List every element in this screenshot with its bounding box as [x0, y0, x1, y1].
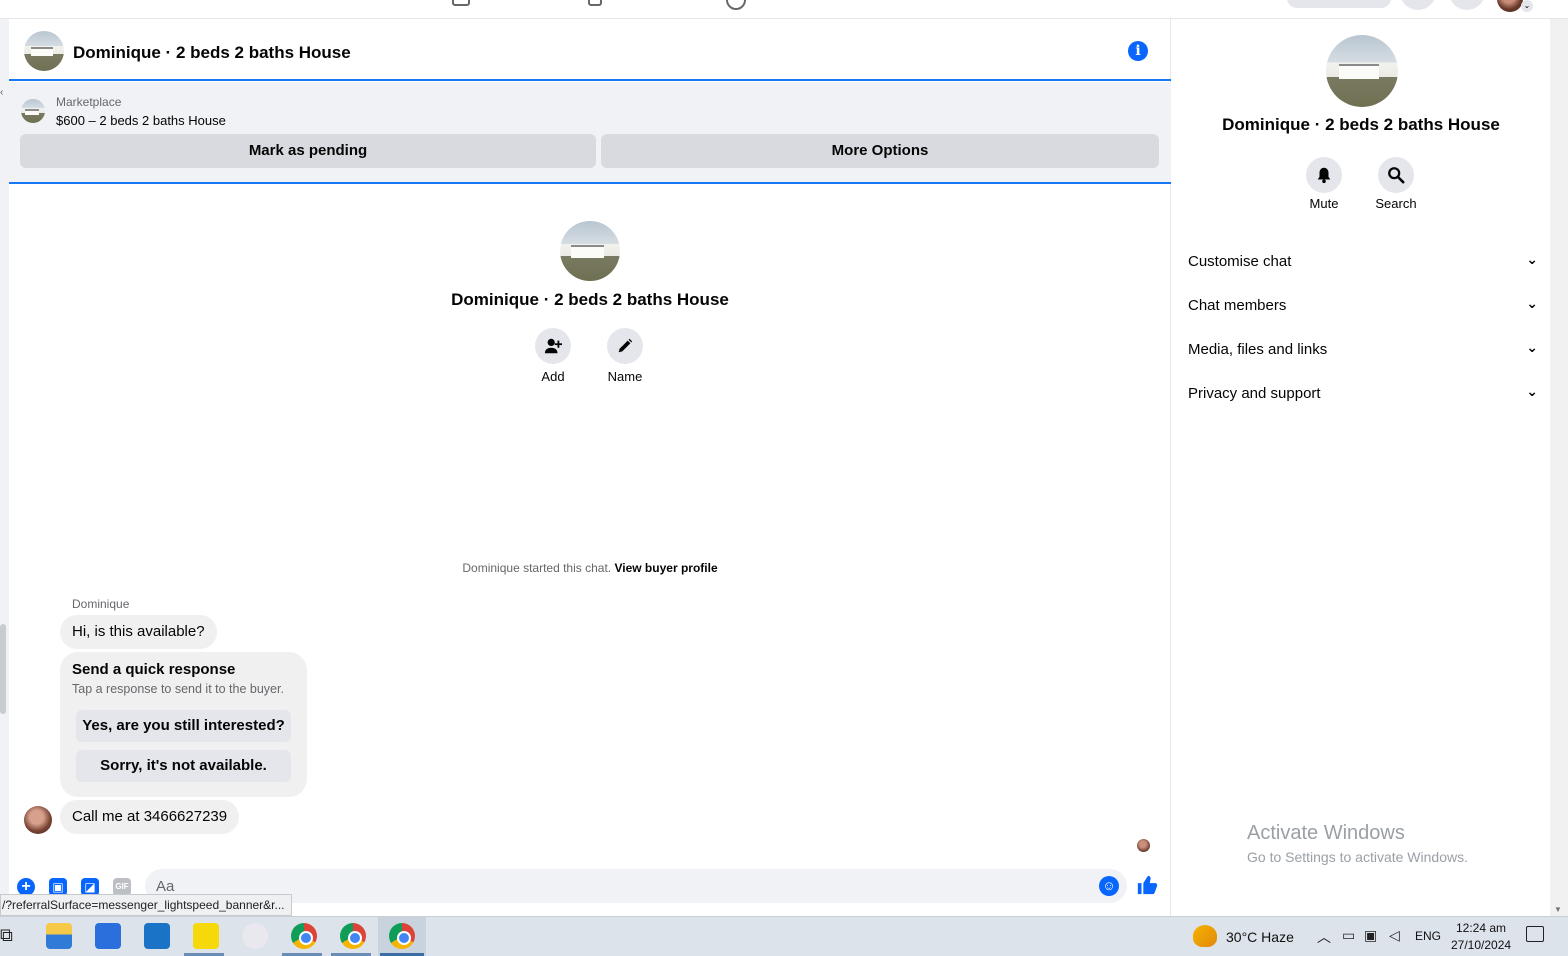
store-icon[interactable]: [95, 923, 121, 949]
scroll-thumb[interactable]: [0, 624, 6, 714]
intro-avatar: [560, 221, 620, 281]
messenger-icon[interactable]: [1449, 0, 1485, 10]
chrome-profile-icon[interactable]: [340, 923, 366, 949]
chevron-down-icon: ⌄: [1526, 295, 1538, 311]
sender-avatar[interactable]: [24, 806, 52, 834]
chevron-down-icon: ⌄: [1526, 339, 1538, 355]
sticky-notes-icon[interactable]: [193, 923, 219, 949]
windows-taskbar: ⧉ 30°C Haze ︿ ▭ ▣ ◁ ENG 12:24 am 27/10/2…: [0, 916, 1568, 956]
section-privacy-support[interactable]: Privacy and support ⌄: [1188, 373, 1538, 413]
chat-header: Dominique · 2 beds 2 baths House i: [9, 19, 1171, 81]
snipping-tool-icon[interactable]: [242, 923, 268, 949]
activate-windows-watermark: Activate Windows Go to Settings to activ…: [1247, 822, 1468, 865]
weather-icon[interactable]: [1193, 925, 1217, 947]
sender-name: Dominique: [72, 597, 130, 611]
chevron-down-icon: ⌄: [1526, 383, 1538, 399]
mute-label: Mute: [1309, 196, 1339, 211]
info-title: Dominique · 2 beds 2 baths House: [1222, 115, 1500, 134]
chrome-icon[interactable]: [389, 923, 415, 949]
top-nav-bar: ⌄: [0, 0, 1568, 19]
section-label: Chat members: [1188, 297, 1287, 314]
marketplace-banner: Marketplace $600 – 2 beds 2 baths House …: [9, 82, 1171, 184]
notifications-icon[interactable]: [1526, 926, 1544, 942]
chat-window: Dominique · 2 beds 2 baths House i Marke…: [9, 19, 1171, 916]
chevron-down-icon: ⌄: [1526, 251, 1538, 267]
watermark-subtitle: Go to Settings to activate Windows.: [1247, 849, 1468, 865]
section-customise-chat[interactable]: Customise chat ⌄: [1188, 241, 1538, 281]
emoji-icon[interactable]: ☺: [1099, 876, 1119, 896]
scroll-down-arrow-icon[interactable]: ▼: [1554, 905, 1562, 914]
quick-response-title: Send a quick response: [72, 661, 236, 678]
message-bubble[interactable]: Hi, is this available?: [60, 615, 217, 649]
weather-text[interactable]: 30°C Haze: [1226, 929, 1294, 945]
info-avatar[interactable]: [1326, 35, 1398, 107]
network-icon[interactable]: ▣: [1364, 927, 1377, 944]
chat-info-panel: Dominique · 2 beds 2 baths House Mute Se…: [1172, 19, 1550, 916]
pencil-icon[interactable]: [607, 328, 643, 364]
search-label: Search: [1375, 196, 1417, 211]
quick-response-card: Send a quick response Tap a response to …: [60, 652, 307, 797]
section-label: Media, files and links: [1188, 341, 1328, 358]
mark-as-pending-button[interactable]: Mark as pending: [20, 134, 596, 168]
section-label: Privacy and support: [1188, 385, 1321, 402]
chat-avatar[interactable]: [24, 31, 64, 71]
meet-now-icon[interactable]: ▭: [1342, 927, 1355, 944]
bell-icon[interactable]: [1306, 157, 1342, 193]
account-avatar[interactable]: [1497, 0, 1523, 12]
marketplace-label: Marketplace: [56, 95, 122, 109]
listing-thumbnail[interactable]: [21, 99, 45, 123]
add-label: Add: [541, 369, 565, 384]
message-bubble[interactable]: Call me at 3466627239: [60, 800, 240, 834]
more-options-button[interactable]: More Options: [601, 134, 1159, 168]
groups-nav-icon[interactable]: [588, 0, 602, 6]
task-view-icon[interactable]: ⧉: [0, 925, 13, 946]
marketplace-nav-icon[interactable]: [452, 0, 470, 6]
chrome-profile-icon[interactable]: [291, 923, 317, 949]
add-person-icon[interactable]: [535, 328, 571, 364]
chevron-down-icon[interactable]: ⌄: [1521, 0, 1533, 12]
quick-response-sorry-button[interactable]: Sorry, it's not available.: [76, 750, 291, 782]
gaming-nav-icon[interactable]: [726, 0, 746, 10]
clock-time[interactable]: 12:24 am: [1451, 921, 1511, 935]
section-label: Customise chat: [1188, 253, 1292, 270]
mail-icon[interactable]: [144, 923, 170, 949]
chat-title[interactable]: Dominique · 2 beds 2 baths House: [73, 43, 351, 63]
page-scrollbar[interactable]: ▼: [1550, 19, 1568, 916]
chat-started-notice: Dominique started this chat. View buyer …: [9, 561, 1171, 575]
status-bar-url: /?referralSurface=messenger_lightspeed_b…: [0, 894, 292, 916]
volume-muted-icon[interactable]: ◁: [1389, 927, 1400, 944]
quick-response-yes-button[interactable]: Yes, are you still interested?: [76, 710, 291, 742]
intro-title: Dominique · 2 beds 2 baths House: [451, 290, 729, 309]
collapse-arrow-icon[interactable]: ‹: [0, 87, 3, 98]
left-scroll-edge: ‹: [0, 19, 9, 916]
show-hidden-icons-icon[interactable]: ︿: [1317, 927, 1331, 947]
listing-title[interactable]: $600 – 2 beds 2 baths House: [56, 113, 226, 128]
started-text: Dominique started this chat.: [462, 561, 612, 575]
file-explorer-icon[interactable]: [46, 923, 72, 949]
search-icon[interactable]: [1378, 157, 1414, 193]
section-chat-members[interactable]: Chat members ⌄: [1188, 285, 1538, 325]
clock-date[interactable]: 27/10/2024: [1451, 938, 1511, 952]
quick-response-subtitle: Tap a response to send it to the buyer.: [72, 682, 284, 696]
seen-receipt-avatar: [1137, 839, 1150, 852]
message-input[interactable]: [145, 869, 1127, 903]
find-friends-button[interactable]: [1287, 0, 1391, 8]
menu-grid-icon[interactable]: [1400, 0, 1436, 10]
watermark-title: Activate Windows: [1247, 822, 1405, 844]
name-label: Name: [607, 369, 643, 384]
info-icon[interactable]: i: [1128, 41, 1148, 61]
view-buyer-profile-link[interactable]: View buyer profile: [614, 561, 717, 575]
section-media-files-links[interactable]: Media, files and links ⌄: [1188, 329, 1538, 369]
thumbs-up-icon[interactable]: [1136, 874, 1158, 900]
language-indicator[interactable]: ENG: [1415, 929, 1441, 943]
